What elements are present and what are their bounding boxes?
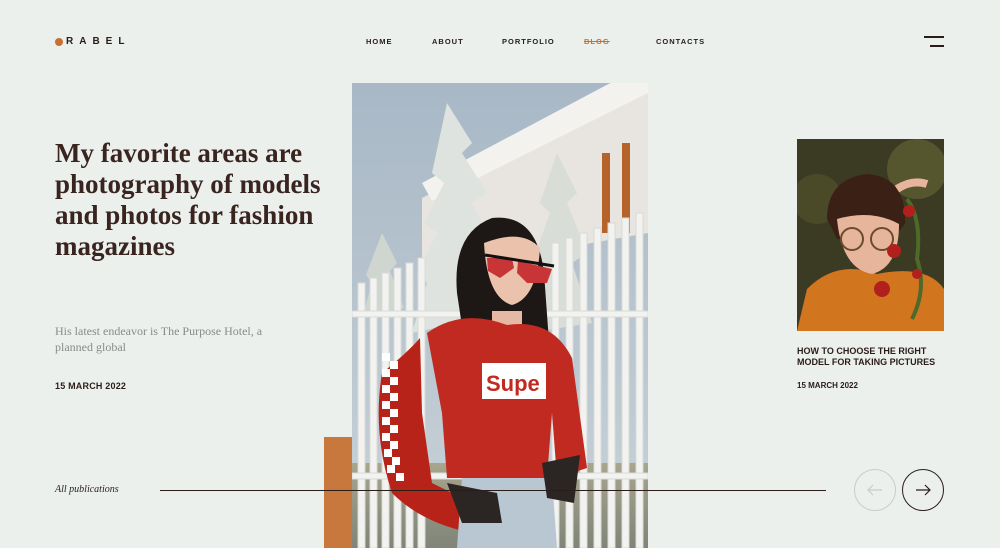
featured-photo[interactable]: Supe bbox=[352, 83, 648, 548]
nav-home[interactable]: HOME bbox=[366, 37, 393, 46]
side-post-photo[interactable] bbox=[797, 139, 944, 331]
hero-date: 15 MARCH 2022 bbox=[55, 381, 127, 391]
divider-line bbox=[160, 490, 826, 491]
next-button[interactable] bbox=[902, 469, 944, 511]
shirt-print-text: Supe bbox=[486, 371, 540, 396]
side-post-date: 15 MARCH 2022 bbox=[797, 381, 858, 390]
arrow-left-icon bbox=[867, 484, 882, 496]
side-post-title[interactable]: HOW TO CHOOSE THE RIGHT MODEL FOR TAKING… bbox=[797, 346, 947, 368]
hamburger-menu-icon[interactable] bbox=[922, 35, 946, 51]
hero-subtitle: His latest endeavor is The Purpose Hotel… bbox=[55, 324, 263, 354]
all-publications-link[interactable]: All publications bbox=[55, 484, 119, 495]
nav-blog[interactable]: BLOG bbox=[584, 37, 610, 46]
main-nav: HOME ABOUT PORTFOLIO BLOG CONTACTS bbox=[0, 37, 1000, 49]
prev-button[interactable] bbox=[854, 469, 896, 511]
hero-title: My favorite areas are photography of mod… bbox=[55, 138, 321, 261]
nav-about[interactable]: ABOUT bbox=[432, 37, 464, 46]
arrow-right-icon bbox=[916, 484, 931, 496]
nav-contacts[interactable]: CONTACTS bbox=[656, 37, 705, 46]
nav-portfolio[interactable]: PORTFOLIO bbox=[502, 37, 555, 46]
